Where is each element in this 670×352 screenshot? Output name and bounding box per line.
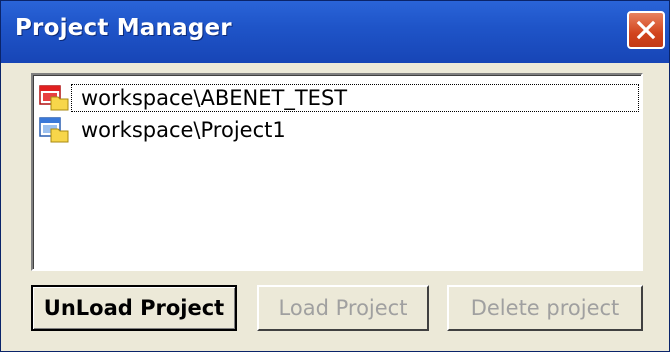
project-loaded-icon xyxy=(37,83,71,113)
unload-project-button[interactable]: UnLoad Project xyxy=(31,285,237,331)
project-path-label: workspace\ABENET_TEST xyxy=(81,86,348,110)
title-bar[interactable]: Project Manager xyxy=(1,1,669,63)
list-item[interactable]: workspace\Project1 xyxy=(37,115,639,145)
load-project-button[interactable]: Load Project xyxy=(257,285,429,331)
close-icon xyxy=(636,20,656,40)
project-manager-window: Project Manager workspace\ABENET_TEST wo… xyxy=(0,0,670,352)
close-button[interactable] xyxy=(627,11,665,49)
project-icon xyxy=(37,115,71,145)
window-title: Project Manager xyxy=(15,15,232,41)
project-path-label: workspace\Project1 xyxy=(81,118,286,142)
delete-project-button[interactable]: Delete project xyxy=(447,285,643,331)
list-item[interactable]: workspace\ABENET_TEST xyxy=(37,83,639,113)
project-list[interactable]: workspace\ABENET_TEST workspace\Project1 xyxy=(31,73,643,271)
